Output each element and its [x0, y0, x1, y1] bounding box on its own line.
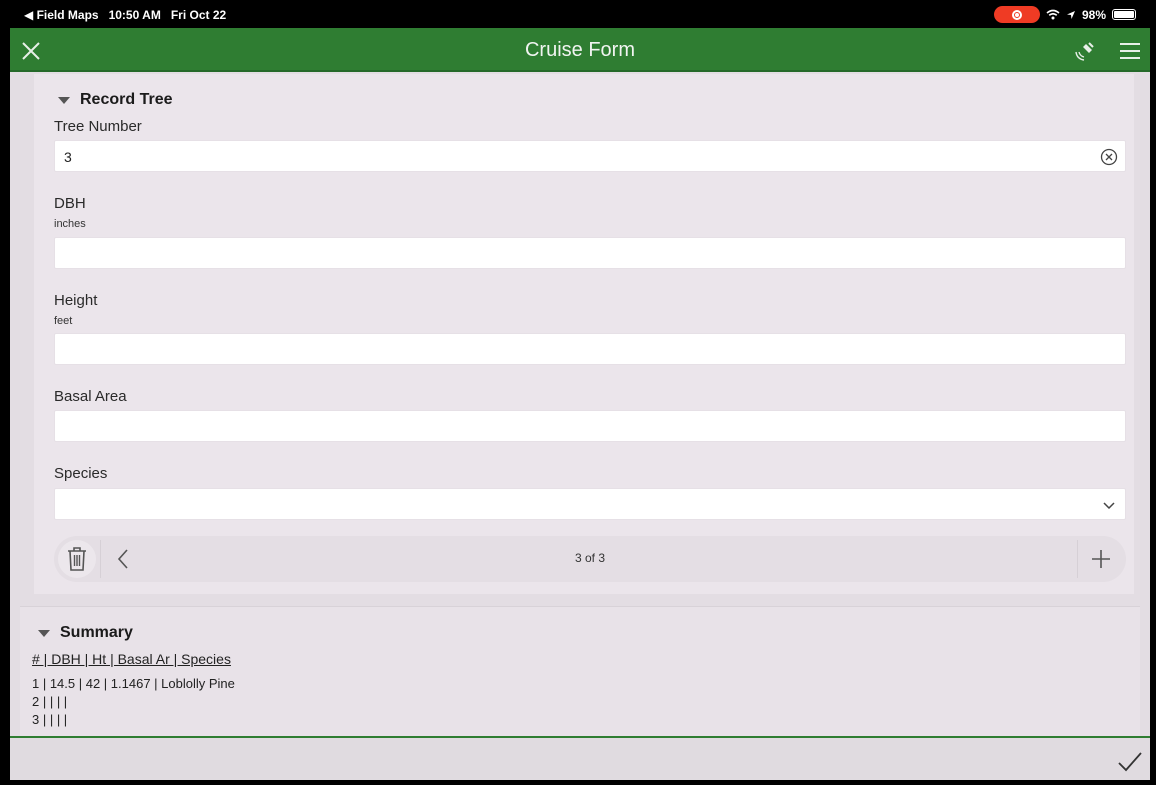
basal-area-label: Basal Area [54, 388, 127, 405]
gps-button[interactable] [1070, 36, 1100, 66]
form-content: Record Tree Tree Number 3 DBH inches Hei… [20, 74, 1140, 736]
tree-number-label: Tree Number [54, 118, 142, 135]
checkmark-icon [1118, 752, 1142, 772]
dbh-label: DBH [54, 195, 86, 212]
add-record-button[interactable] [1086, 544, 1116, 574]
summary-title: Summary [60, 624, 133, 641]
record-count: 3 of 3 [574, 551, 606, 565]
location-arrow-icon [1066, 10, 1075, 19]
pager-divider [1077, 540, 1078, 578]
tree-number-value: 3 [64, 149, 72, 165]
back-to-app-link[interactable]: ◀ Field Maps [24, 8, 99, 22]
dbh-unit-hint: inches [54, 218, 86, 230]
basal-area-field[interactable] [54, 410, 1126, 442]
summary-row: 3 | | | | [32, 712, 68, 727]
satellite-icon [1075, 42, 1094, 61]
record-pager: 3 of 3 [54, 536, 1126, 582]
collapse-triangle-icon [38, 629, 50, 637]
record-tree-section-header[interactable]: Record Tree [58, 91, 172, 109]
dbh-field[interactable] [54, 237, 1126, 269]
height-field[interactable] [54, 333, 1126, 365]
record-tree-title: Record Tree [80, 91, 173, 108]
record-icon [1011, 9, 1022, 20]
submit-button[interactable] [1116, 750, 1144, 774]
summary-row: 2 | | | | [32, 694, 68, 709]
screen-edge [10, 780, 1150, 785]
bottom-toolbar [10, 736, 1150, 780]
page-title: Cruise Form [524, 39, 635, 61]
height-unit-hint: feet [54, 315, 73, 327]
species-select[interactable] [54, 488, 1126, 520]
battery-icon [1112, 9, 1136, 20]
hamburger-menu-icon [1120, 43, 1140, 59]
record-tree-card: Record Tree Tree Number 3 DBH inches Hei… [34, 74, 1134, 594]
app-frame: ◀ Field Maps 10:50 AM Fri Oct 22 98% Cru… [10, 0, 1150, 785]
summary-section: Summary # | DBH | Ht | Basal Ar | Specie… [20, 606, 1140, 736]
chevron-down-icon [1103, 502, 1115, 510]
summary-row: 1 | 14.5 | 42 | 1.1467 | Loblolly Pine [32, 676, 235, 691]
species-dropdown-toggle[interactable] [1099, 495, 1119, 515]
status-bar: ◀ Field Maps 10:50 AM Fri Oct 22 98% [10, 0, 1150, 28]
plus-icon [1092, 550, 1110, 568]
app-header: Cruise Form [10, 28, 1150, 72]
screen-recording-indicator[interactable] [993, 6, 1040, 23]
summary-section-header[interactable]: Summary [38, 624, 133, 642]
clear-field-button[interactable] [1099, 147, 1119, 167]
clear-circle-icon [1100, 148, 1118, 166]
wifi-icon [1046, 9, 1060, 20]
battery-percent: 98% [1081, 7, 1106, 22]
status-time: 10:50 AM [108, 8, 161, 22]
height-label: Height [54, 292, 98, 309]
species-label: Species [54, 465, 108, 482]
menu-button[interactable] [1115, 36, 1145, 66]
summary-table-header: # | DBH | Ht | Basal Ar | Species [32, 651, 231, 667]
tree-number-field[interactable]: 3 [54, 140, 1126, 172]
collapse-triangle-icon [58, 96, 70, 104]
status-date: Fri Oct 22 [170, 8, 227, 22]
